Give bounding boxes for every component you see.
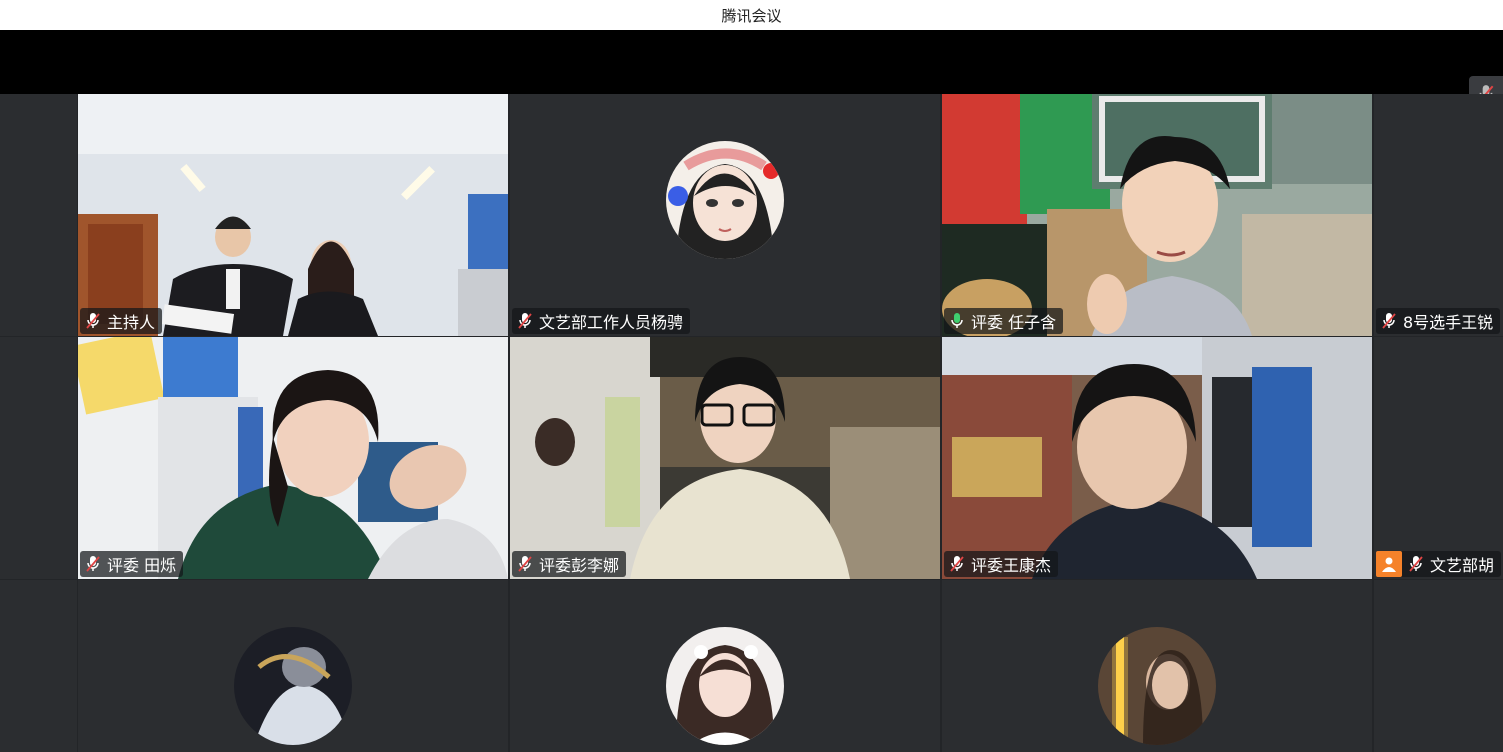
mic-muted-icon: [86, 313, 100, 329]
participant-tile-partial[interactable]: [1374, 580, 1503, 752]
participant-tile-partial[interactable]: 8号选手王锐: [1374, 94, 1503, 336]
mic-muted-icon: [518, 313, 532, 329]
participant-tile-partial[interactable]: [0, 94, 77, 336]
participant-tile[interactable]: [510, 580, 940, 752]
participant-tile-partial[interactable]: 文艺部胡: [1374, 337, 1503, 579]
video-feed: [942, 337, 1372, 579]
participant-name: 评委 田烁: [107, 556, 177, 575]
participant-nametag: 文艺部胡: [1376, 551, 1502, 577]
video-feed: [78, 337, 508, 579]
participant-name: 文艺部工作人员杨骋: [539, 313, 684, 332]
top-toolbar-area: [0, 30, 1503, 94]
mic-muted-icon: [950, 556, 964, 572]
participant-tile[interactable]: 文艺部工作人员杨骋: [510, 94, 940, 336]
participant-tile-speaking[interactable]: 评委 任子含: [942, 94, 1372, 336]
participant-tile[interactable]: [942, 580, 1372, 752]
participant-name: 主持人: [107, 313, 156, 332]
participant-tile[interactable]: 评委彭李娜: [510, 337, 940, 579]
participant-nametag: 评委 任子含: [944, 308, 1064, 334]
participant-name: 8号选手王锐: [1403, 313, 1494, 332]
video-feed: [942, 94, 1372, 336]
avatar: [666, 627, 784, 745]
mic-on-icon: [951, 313, 963, 328]
video-feed: [510, 337, 940, 579]
avatar: [1098, 627, 1216, 745]
person-icon: [1376, 551, 1402, 577]
mic-muted-icon: [1409, 556, 1423, 572]
participant-tile[interactable]: 评委 田烁: [78, 337, 508, 579]
participant-name: 评委 任子含: [971, 313, 1057, 332]
avatar: [234, 627, 352, 745]
participant-nametag: 评委彭李娜: [512, 551, 627, 577]
participant-nametag: 评委王康杰: [944, 551, 1059, 577]
video-feed: [78, 94, 508, 336]
participant-name: 评委彭李娜: [539, 556, 620, 575]
participant-tile[interactable]: 评委王康杰: [942, 337, 1372, 579]
participant-tile-partial[interactable]: [0, 337, 77, 579]
participant-name: 文艺部胡: [1430, 556, 1495, 575]
participant-nametag: 主持人: [80, 308, 163, 334]
participant-tile[interactable]: [78, 580, 508, 752]
participant-tile-partial[interactable]: [0, 580, 77, 752]
video-grid: 主持人 文艺部工作人员杨骋 评委 任子含 8号选手王锐 评委 田烁 评委彭李娜 …: [0, 94, 1503, 752]
mic-muted-icon: [1382, 313, 1396, 329]
participant-nametag: 8号选手王锐: [1376, 308, 1501, 334]
participant-tile-host[interactable]: 主持人: [78, 94, 508, 336]
avatar: [666, 141, 784, 259]
window-title: 腾讯会议: [0, 0, 1503, 30]
mic-muted-icon: [518, 556, 532, 572]
participant-nametag: 评委 田烁: [80, 551, 184, 577]
mic-muted-icon: [86, 556, 100, 572]
participant-name: 评委王康杰: [971, 556, 1052, 575]
participant-nametag: 文艺部工作人员杨骋: [512, 308, 691, 334]
